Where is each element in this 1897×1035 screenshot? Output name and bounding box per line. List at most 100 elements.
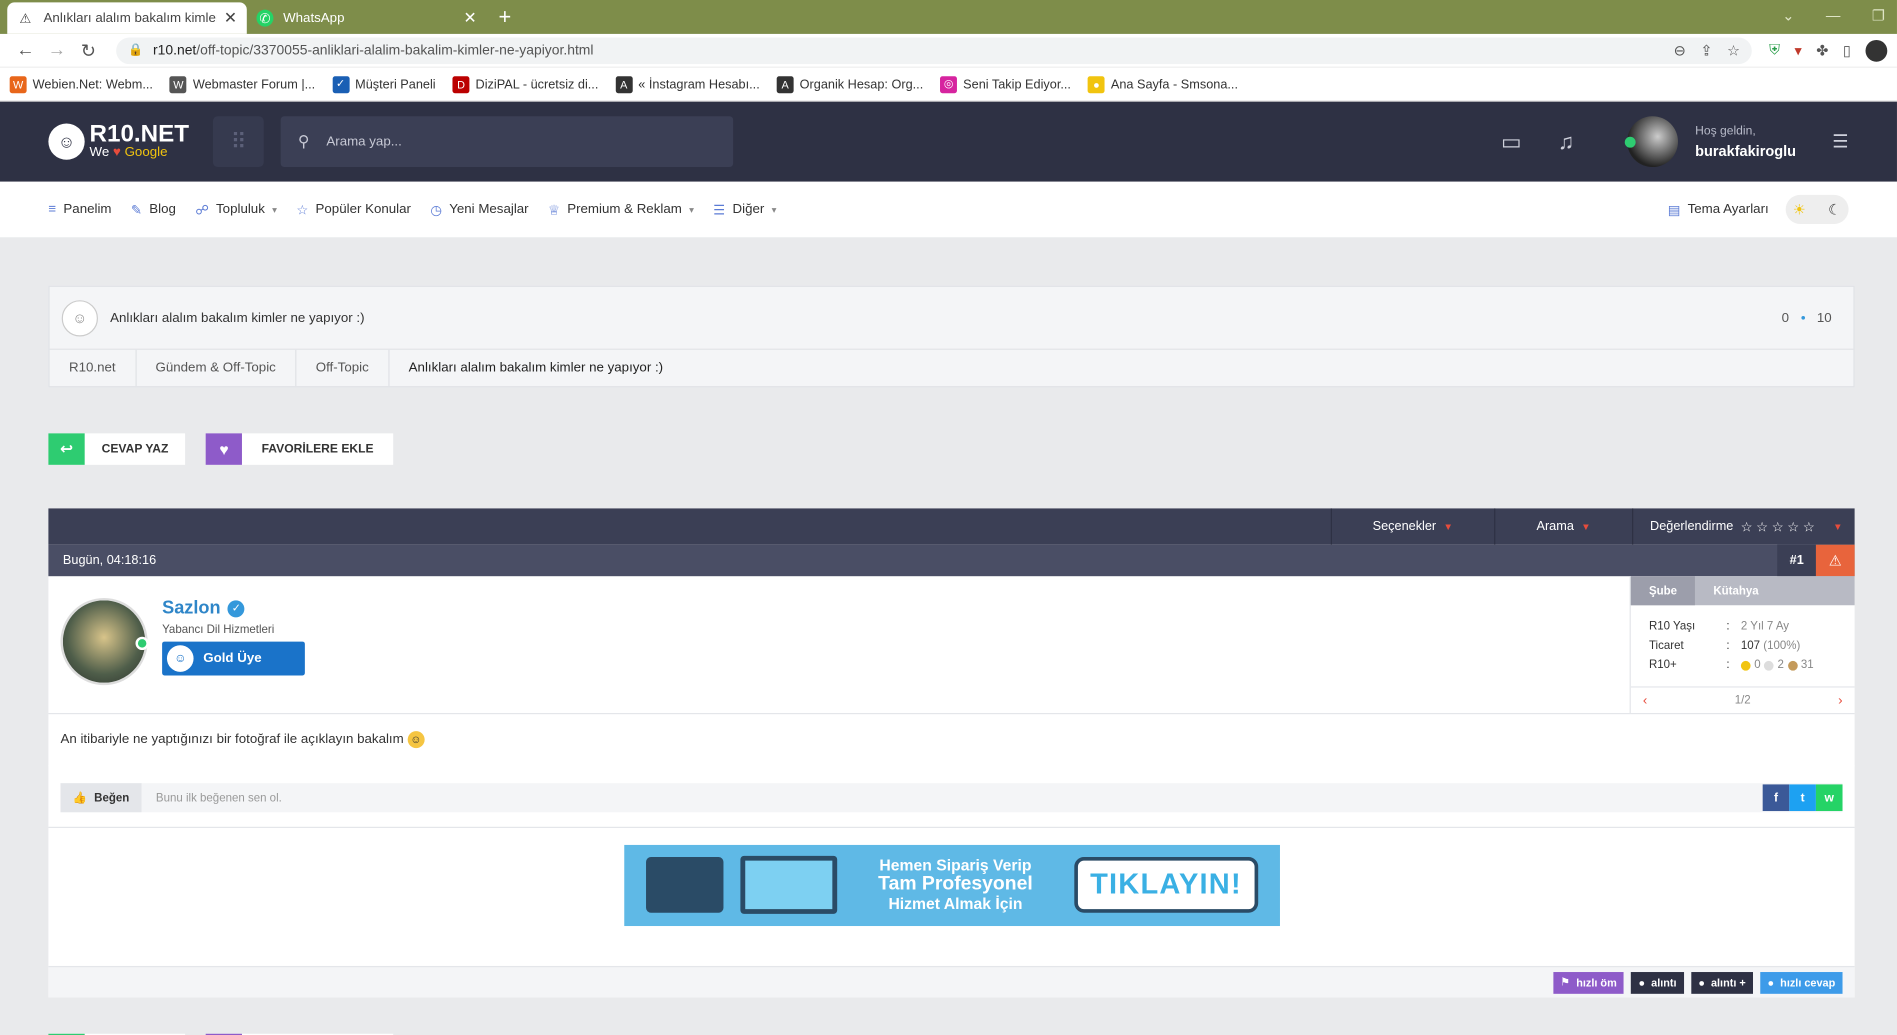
rating-stars[interactable]: ☆☆☆☆☆ <box>1741 519 1819 535</box>
author-avatar[interactable] <box>60 597 149 686</box>
whatsapp-icon[interactable]: w <box>1815 784 1843 812</box>
zoom-icon[interactable]: ⊖ <box>1674 42 1686 59</box>
r10-favicon-icon: ⚠ <box>19 11 32 27</box>
favorite-button[interactable]: ♥ FAVORİLERE EKLE <box>205 433 393 465</box>
chevron-down-icon[interactable]: ⌄ <box>1782 7 1794 24</box>
bookmark-star-icon[interactable]: ☆ <box>1727 42 1740 59</box>
bookmark-item[interactable]: ● Ana Sayfa - Smsona... <box>1087 75 1238 93</box>
post-meta-bar: Bugün, 04:18:16 #1 ⚠ <box>48 544 1855 577</box>
like-bar: 👍 Beğen Bunu ilk beğenen sen ol. f t w <box>60 783 1843 813</box>
ad-cta[interactable]: TIKLAYIN! <box>1074 857 1258 913</box>
chevron-down-icon: ▾ <box>689 203 694 215</box>
back-icon[interactable]: ← <box>10 40 41 61</box>
browser-tab-whatsapp[interactable]: ✆ WhatsApp ✕ <box>247 2 487 33</box>
bookmark-item[interactable]: D DiziPAL - ücretsiz di... <box>452 75 598 93</box>
author-title: Yabancı Dil Hizmetleri <box>162 623 275 637</box>
profile-avatar[interactable] <box>1865 39 1888 62</box>
comments-icon: ● <box>1698 976 1705 989</box>
thread-actions-top: ↩ CEVAP YAZ ♥ FAVORİLERE EKLE <box>48 433 1854 465</box>
apps-grid-icon[interactable]: ⠿ <box>213 116 265 168</box>
author-info-panel: Şube Kütahya R10 Yaşı:2 Yıl 7 Ay Ticaret… <box>1629 576 1855 713</box>
extension-icon[interactable]: ▾ <box>1794 42 1801 59</box>
bookmark-item[interactable]: ✓ Müşteri Paneli <box>332 75 436 93</box>
calendar-icon: ▤ <box>1667 202 1681 218</box>
trade-value: 107 <box>1740 639 1761 653</box>
new-tab-icon[interactable]: + <box>498 5 511 30</box>
quick-reply-button[interactable]: ● hızlı cevap <box>1760 971 1843 994</box>
bookmark-item[interactable]: W Webmaster Forum |... <box>169 75 316 93</box>
bookmark-label: Webmaster Forum |... <box>192 76 316 92</box>
restore-icon[interactable]: ❐ <box>1872 7 1885 24</box>
browser-tab-active[interactable]: ⚠ Anlıkları alalım bakalım kimler ne ✕ <box>7 2 247 34</box>
post-toolbar: Seçenekler ▼ Arama ▼ Değerlendirme ☆☆☆☆☆ ▼ <box>48 508 1855 545</box>
theme-toggle[interactable]: ☀ ☾ <box>1785 194 1849 224</box>
twitter-icon[interactable]: t <box>1789 784 1816 812</box>
quick-pm-button[interactable]: ⚑ hızlı öm <box>1553 971 1625 994</box>
nav-item-diger[interactable]: ☰ Diğer ▾ <box>713 202 776 217</box>
bookmark-label: Ana Sayfa - Smsona... <box>1110 76 1238 92</box>
like-button[interactable]: 👍 Beğen <box>60 783 142 813</box>
breadcrumb: R10.net Gündem & Off-Topic Off-Topic Anl… <box>50 349 1854 387</box>
breadcrumb-item[interactable]: Off-Topic <box>296 349 390 387</box>
search-dropdown[interactable]: Arama ▼ <box>1494 508 1632 545</box>
online-indicator <box>135 636 149 651</box>
prev-icon[interactable]: ‹ <box>1643 693 1647 708</box>
rating-dropdown[interactable]: Değerlendirme ☆☆☆☆☆ ▼ <box>1631 508 1855 545</box>
forward-icon[interactable]: → <box>41 40 72 61</box>
post-number[interactable]: #1 <box>1777 544 1816 577</box>
typewriter-icon <box>645 857 723 913</box>
bookmark-item[interactable]: A « İnstagram Hesabı... <box>615 75 760 93</box>
smile-emoji-icon: ☺ <box>407 731 425 749</box>
nav-item-panelim[interactable]: ≡ Panelim <box>48 202 111 217</box>
reply-button[interactable]: ↩ CEVAP YAZ <box>48 433 186 465</box>
breadcrumb-item[interactable]: Gündem & Off-Topic <box>136 349 297 387</box>
chevron-down-icon: ▼ <box>1581 521 1591 533</box>
greeting: Hoş geldin, <box>1695 124 1756 138</box>
theme-settings-link[interactable]: ▤ Tema Ayarları <box>1667 202 1769 218</box>
lock-icon: 🔒 <box>128 43 144 57</box>
users-icon: ☍ <box>195 202 209 218</box>
nav-item-populer[interactable]: ☆ Popüler Konular <box>296 202 411 218</box>
bookmark-favicon-icon: W <box>9 75 27 93</box>
bookmark-item[interactable]: A Organik Hesap: Org... <box>776 75 923 93</box>
tab-sube[interactable]: Şube <box>1630 576 1696 606</box>
quote-plus-button[interactable]: ● alıntı + <box>1691 971 1754 994</box>
nav-item-yeni-mesajlar[interactable]: ◷ Yeni Mesajlar <box>430 202 528 217</box>
verified-icon: ✓ <box>227 599 245 617</box>
report-icon[interactable]: ⚠ <box>1815 544 1855 577</box>
bookmark-favicon-icon: A <box>615 75 633 93</box>
bookmark-item[interactable]: W Webien.Net: Webm... <box>9 75 153 93</box>
next-icon[interactable]: › <box>1838 693 1842 708</box>
nav-item-blog[interactable]: ✎ Blog <box>131 202 176 217</box>
author-name[interactable]: Sazlon ✓ <box>162 598 305 619</box>
close-tab-icon[interactable]: ✕ <box>224 8 237 27</box>
bookmark-favicon-icon: ● <box>1087 75 1105 93</box>
messages-icon[interactable]: ▭ <box>1501 129 1522 154</box>
settings-menu-icon[interactable]: ☰ <box>1832 131 1848 153</box>
bell-icon[interactable]: ♫ <box>1558 129 1574 154</box>
star-icon: ☆ <box>296 202 309 218</box>
tab-kutahya[interactable]: Kütahya <box>1695 576 1777 605</box>
nav-item-premium[interactable]: ♕ Premium & Reklam ▾ <box>548 202 694 217</box>
puzzle-icon[interactable]: ✤ <box>1816 42 1828 59</box>
options-dropdown[interactable]: Seçenekler ▼ <box>1330 508 1494 545</box>
url-field[interactable]: 🔒 r10.net /off-topic/3370055-anliklari-a… <box>116 36 1753 64</box>
breadcrumb-item[interactable]: R10.net <box>50 349 137 387</box>
user-menu[interactable]: Hoş geldin, burakfakiroglu <box>1624 116 1796 168</box>
nav-item-topluluk[interactable]: ☍ Topluluk ▾ <box>195 202 277 218</box>
facebook-icon[interactable]: f <box>1762 784 1790 812</box>
site-logo[interactable]: ☺ R10.NET We ♥ Google <box>48 122 189 160</box>
post: Seçenekler ▼ Arama ▼ Değerlendirme ☆☆☆☆☆ ▼ B… <box>48 508 1855 998</box>
reload-icon[interactable]: ↻ <box>73 39 104 62</box>
quote-button[interactable]: ● alıntı <box>1631 971 1684 994</box>
search-input[interactable]: ⚲ Arama yap... <box>280 116 734 168</box>
share-icon[interactable]: ⇪ <box>1700 42 1712 59</box>
search-placeholder: Arama yap... <box>326 134 402 149</box>
shield-extension-icon[interactable]: ⛨ <box>1769 41 1780 59</box>
ad-banner[interactable]: Hemen Sipariş Verip Tam Profesyonel Hizm… <box>623 844 1280 926</box>
bookmark-item[interactable]: ◎ Seni Takip Ediyor... <box>940 75 1071 93</box>
sidebar-icon[interactable]: ▯ <box>1843 42 1851 59</box>
tab-title: Anlıkları alalım bakalım kimler ne <box>43 10 217 26</box>
minimize-icon[interactable]: — <box>1826 7 1841 24</box>
close-tab-icon[interactable]: ✕ <box>463 8 476 27</box>
